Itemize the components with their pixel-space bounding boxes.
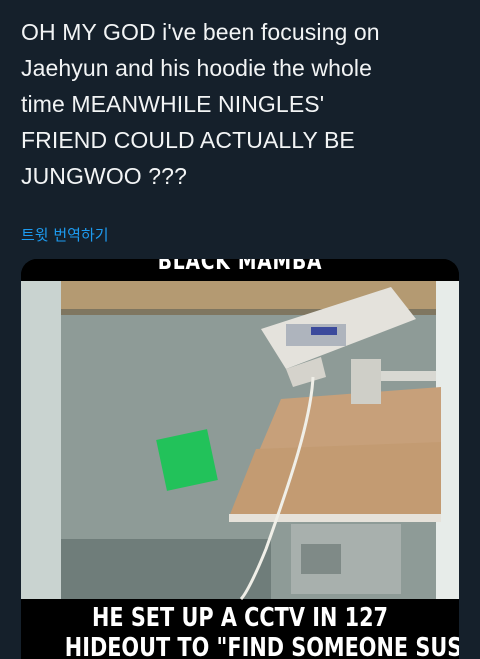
tweet-text-line: FRIEND COULD ACTUALLY BE — [21, 127, 355, 153]
video-subtitle: HE SET UP A CCTV IN 127 HIDEOUT TO "FIND… — [64, 603, 459, 659]
tweet-view: OH MY GOD i've been focusing on Jaehyun … — [0, 0, 480, 659]
cctv-scene-illustration — [21, 259, 459, 659]
tweet-text-line: Jaehyun and his hoodie the whole — [21, 55, 373, 81]
tweet-text-line: time MEANWHILE NINGLES' — [21, 91, 325, 117]
video-subtitle-line: HIDEOUT TO "FIND SOMEONE SUS" — [64, 633, 459, 659]
video-top-caption: BLACK MAMBA — [157, 259, 323, 275]
tweet-body: OH MY GOD i've been focusing on Jaehyun … — [21, 14, 461, 194]
tweet-text-line: JUNGWOO ??? — [21, 163, 187, 189]
tweet-text-line: OH MY GOD i've been focusing on — [21, 19, 380, 45]
tweet-media-image[interactable]: BLACK MAMBA HE SET UP A CCTV IN 127 HIDE… — [21, 259, 459, 659]
video-subtitle-line: HE SET UP A CCTV IN 127 — [91, 603, 389, 633]
translate-tweet-link[interactable]: 트윗 번역하기 — [21, 224, 109, 245]
